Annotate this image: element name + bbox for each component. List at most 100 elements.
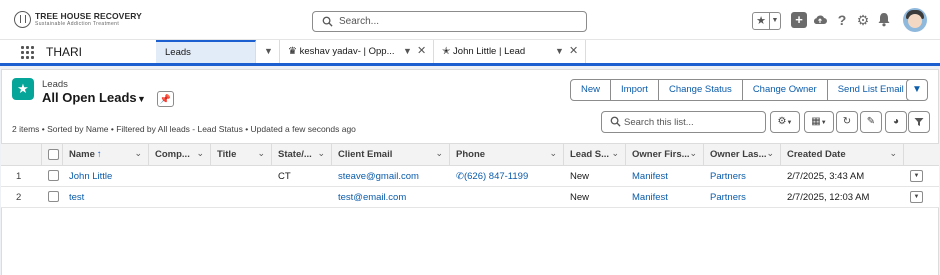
- column-owner-first-label: Owner Firs...: [632, 149, 690, 160]
- column-header-name[interactable]: Name ↑ ⌄: [63, 144, 149, 165]
- display-as-table-icon[interactable]: ▦▼: [804, 111, 834, 133]
- column-menu-chevron-icon[interactable]: ⌄: [766, 148, 774, 159]
- column-header-company[interactable]: Comp... ⌄: [149, 144, 211, 165]
- tab-menu-chevron-icon[interactable]: ▼: [555, 40, 564, 63]
- lead-name-link[interactable]: John Little: [69, 171, 112, 182]
- tab-label: keshav yadav- | Opp...: [299, 46, 395, 57]
- column-email-label: Client Email: [338, 149, 393, 160]
- column-header-client-email[interactable]: Client Email ⌄: [332, 144, 450, 165]
- column-header-title[interactable]: Title ⌄: [211, 144, 272, 165]
- row-number-header: [1, 144, 42, 165]
- table-row[interactable]: 2 test test@email.com New Manifest Partn…: [1, 187, 939, 208]
- select-all-header: [42, 144, 63, 165]
- app-launcher-icon[interactable]: [21, 46, 34, 59]
- lead-name-link[interactable]: test: [69, 192, 84, 203]
- select-all-checkbox[interactable]: [48, 149, 59, 160]
- brand-logo[interactable]: TREE HOUSE RECOVERY Sustainable Addictio…: [14, 11, 142, 28]
- close-tab-icon[interactable]: ✕: [417, 40, 426, 63]
- setup-gear-icon[interactable]: ⚙: [855, 12, 871, 28]
- column-created-date-label: Created Date: [787, 149, 846, 160]
- phone-cell[interactable]: ✆(626) 847-1199: [456, 171, 528, 182]
- list-search-input[interactable]: Search this list...: [601, 111, 766, 133]
- filter-funnel-icon[interactable]: [908, 111, 930, 133]
- tab-opportunity[interactable]: ♛ keshav yadav- | Opp... ▼ ✕: [280, 40, 434, 63]
- column-menu-chevron-icon[interactable]: ⌄: [435, 148, 443, 159]
- more-actions-chevron-icon[interactable]: ▼: [906, 79, 928, 101]
- column-header-owner-first[interactable]: Owner Firs... ⌄: [626, 144, 704, 165]
- row-number: 1: [16, 171, 22, 182]
- click-to-dial-phone-icon[interactable]: ✆: [456, 171, 464, 182]
- owner-first-link[interactable]: Manifest: [632, 171, 668, 182]
- global-search-placeholder: Search...: [339, 16, 380, 27]
- send-list-email-button[interactable]: Send List Email: [828, 80, 914, 100]
- help-icon[interactable]: ?: [834, 12, 850, 28]
- row-actions-chevron-icon[interactable]: ▼: [910, 191, 923, 203]
- user-avatar[interactable]: [903, 8, 927, 32]
- table-row[interactable]: 1 John Little CT steave@gmail.com ✆(626)…: [1, 166, 939, 187]
- column-phone-label: Phone: [456, 149, 486, 160]
- column-header-owner-last[interactable]: Owner Las... ⌄: [704, 144, 781, 165]
- tab-leads[interactable]: Leads: [156, 40, 256, 63]
- row-select-checkbox[interactable]: [48, 191, 59, 202]
- chevron-down-icon[interactable]: ▼: [264, 40, 273, 63]
- tab-label: John Little | Lead: [453, 46, 526, 57]
- change-status-button[interactable]: Change Status: [659, 80, 743, 100]
- column-header-lead-status[interactable]: Lead S... ⌄: [564, 144, 626, 165]
- global-search-input[interactable]: Search...: [312, 11, 587, 32]
- list-search-placeholder: Search this list...: [624, 117, 694, 128]
- column-header-created-date[interactable]: Created Date ⌄: [781, 144, 904, 165]
- list-view-title[interactable]: All Open Leads: [42, 90, 137, 105]
- list-view-meta: 2 items • Sorted by Name • Filtered by A…: [12, 124, 356, 134]
- tab-lead-john-little[interactable]: ✭ John Little | Lead ▼ ✕: [434, 40, 586, 63]
- object-type-label: Leads: [42, 79, 68, 90]
- close-tab-icon[interactable]: ✕: [569, 40, 578, 63]
- favorites-star-icon[interactable]: ★: [753, 13, 770, 29]
- owner-first-link[interactable]: Manifest: [632, 192, 668, 203]
- lead-status-cell: New: [570, 192, 590, 203]
- column-company-label: Comp...: [155, 149, 190, 160]
- new-button[interactable]: New: [571, 80, 612, 100]
- column-menu-chevron-icon[interactable]: ⌄: [134, 148, 142, 159]
- list-view-picker-chevron-icon[interactable]: ▼: [137, 94, 146, 104]
- avatar-face: [908, 14, 922, 28]
- pin-list-view-icon[interactable]: 📌: [157, 91, 174, 107]
- edit-pencil-icon[interactable]: ✎: [860, 111, 882, 133]
- client-email-link[interactable]: steave@gmail.com: [338, 171, 419, 182]
- column-menu-chevron-icon[interactable]: ⌄: [196, 148, 204, 159]
- brand-name: TREE HOUSE RECOVERY: [35, 11, 142, 22]
- column-menu-chevron-icon[interactable]: ⌄: [889, 148, 897, 159]
- sort-ascending-icon: ↑: [96, 149, 102, 160]
- row-number: 2: [16, 192, 22, 203]
- column-menu-chevron-icon[interactable]: ⌄: [689, 148, 697, 159]
- change-owner-button[interactable]: Change Owner: [743, 80, 828, 100]
- owner-last-link[interactable]: Partners: [710, 192, 746, 203]
- column-lead-status-label: Lead S...: [570, 149, 610, 160]
- column-state-label: State/...: [278, 149, 312, 160]
- column-menu-chevron-icon[interactable]: ⌄: [549, 148, 557, 159]
- cloud-setup-icon[interactable]: [812, 12, 828, 28]
- tab-menu-chevron-icon[interactable]: ▼: [403, 40, 412, 63]
- row-actions-chevron-icon[interactable]: ▼: [910, 170, 923, 182]
- column-header-phone[interactable]: Phone ⌄: [450, 144, 564, 165]
- brand-tagline: Sustainable Addiction Treatment: [35, 20, 120, 27]
- owner-last-link[interactable]: Partners: [710, 171, 746, 182]
- notifications-bell-icon[interactable]: [876, 12, 892, 28]
- list-actions-group: New Import Change Status Change Owner Se…: [570, 79, 915, 101]
- search-icon: [322, 16, 333, 27]
- favorites-menu-chevron-icon[interactable]: ▼: [770, 13, 780, 29]
- nav-menu-dropdown[interactable]: ▼: [256, 40, 280, 63]
- row-select-checkbox[interactable]: [48, 170, 59, 181]
- add-icon[interactable]: +: [791, 12, 807, 28]
- favorites-button[interactable]: ★ ▼: [752, 12, 781, 30]
- column-header-state[interactable]: State/... ⌄: [272, 144, 332, 165]
- created-date-cell: 2/7/2025, 3:43 AM: [787, 171, 865, 182]
- column-menu-chevron-icon[interactable]: ⌄: [611, 148, 619, 159]
- list-view-controls-gear-icon[interactable]: ⚙▼: [770, 111, 800, 133]
- column-menu-chevron-icon[interactable]: ⌄: [257, 148, 265, 159]
- refresh-icon[interactable]: ↻: [836, 111, 858, 133]
- import-button[interactable]: Import: [611, 80, 659, 100]
- charts-pie-icon[interactable]: ◕: [885, 111, 907, 133]
- client-email-link[interactable]: test@email.com: [338, 192, 406, 203]
- phone-number[interactable]: (626) 847-1199: [464, 171, 528, 182]
- column-menu-chevron-icon[interactable]: ⌄: [317, 148, 325, 159]
